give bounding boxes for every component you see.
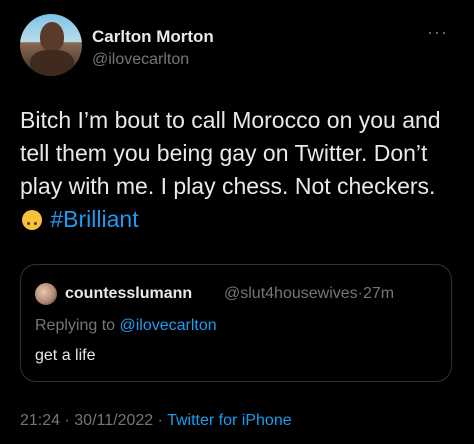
more-horizontal-icon[interactable]: ··· (427, 22, 448, 43)
tweet-date[interactable]: 30/11/2022 (74, 412, 153, 429)
author-avatar[interactable] (20, 14, 82, 76)
replying-prefix: Replying to (35, 317, 116, 334)
tweet-text: Bitch I’m bout to call Morocco on you an… (20, 104, 460, 236)
quoted-author-name[interactable]: countesslumann (65, 285, 192, 303)
meta-separator: · (64, 412, 70, 429)
tweet-time[interactable]: 21:24 (20, 412, 60, 429)
upside-down-face-emoji (22, 210, 42, 230)
avatar-head (40, 22, 64, 52)
tweet-source-link[interactable]: Twitter for iPhone (167, 412, 292, 429)
avatar-body (30, 50, 74, 76)
quoted-author-handle: @slut4housewives (224, 285, 358, 302)
quoted-author-handle-time: @slut4housewives·27m (224, 285, 394, 303)
quoted-time: 27m (362, 285, 395, 302)
tweet-body: Bitch I’m bout to call Morocco on you an… (20, 107, 441, 199)
tweet-meta: 21:24 · 30/11/2022 · Twitter for iPhone (20, 412, 292, 430)
quoted-tweet[interactable]: countesslumann @slut4housewives·27m Repl… (20, 264, 452, 382)
hashtag-link[interactable]: #Brilliant (50, 206, 138, 232)
author-display-name[interactable]: Carlton Morton (92, 27, 214, 47)
replying-mention-link[interactable]: @ilovecarlton (120, 317, 217, 334)
author-handle[interactable]: @ilovecarlton (92, 51, 189, 69)
quoted-tweet-text: get a life (35, 347, 96, 364)
quoted-author-avatar[interactable] (35, 283, 57, 305)
meta-separator: · (157, 412, 163, 429)
replying-to-line: Replying to @ilovecarlton (35, 317, 217, 335)
